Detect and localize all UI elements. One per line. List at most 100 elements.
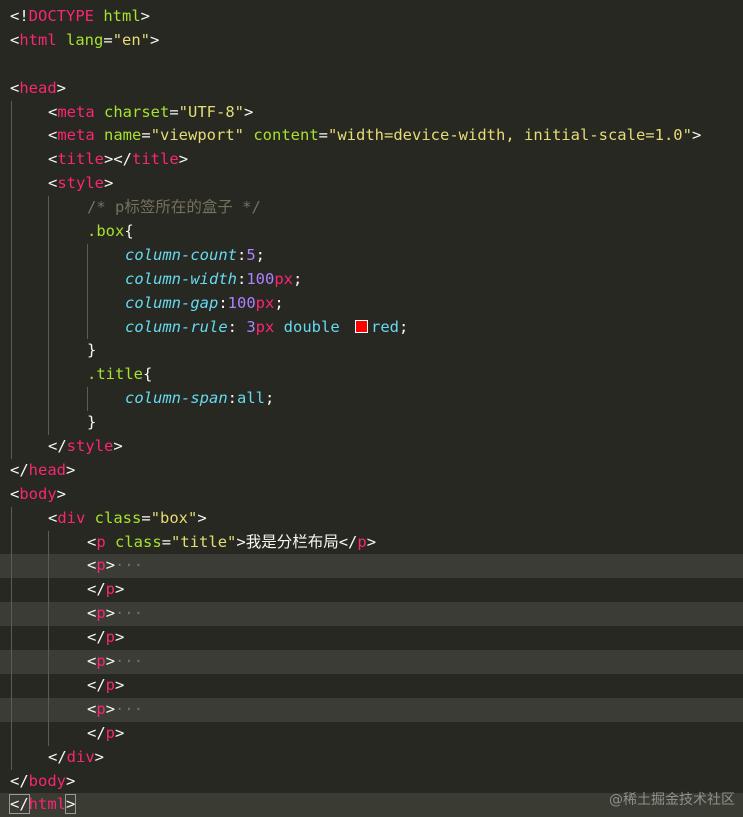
token: < [48,508,58,527]
token: px [255,317,275,336]
token: <! [10,7,29,25]
token: < [87,604,97,623]
code-line-31[interactable]: </p> [0,721,743,746]
token: > [115,675,125,694]
token: </ [87,628,106,647]
code-line-23[interactable]: <p class="title">我是分栏布局</p> [0,530,743,555]
code-line-17[interactable]: column-span:all; [0,387,743,412]
token: all [237,389,265,408]
indent-guide [11,339,12,364]
code-line-32[interactable]: </div> [0,745,743,770]
code-line-7[interactable]: <title></title> [0,148,743,173]
token: div [57,508,86,527]
token: ; [399,317,409,336]
token: > [150,30,160,49]
code-line-11[interactable]: column-count:5; [0,243,743,268]
code-line-14[interactable]: column-rule: 3px double red; [0,315,743,340]
token: "box" [150,508,198,527]
code-line-10[interactable]: .box{ [0,220,743,244]
code-line-25[interactable]: </p> [0,578,743,603]
token: "width=device-width, initial-scale=1.0" [328,126,692,145]
code-editor[interactable]: <!DOCTYPE html> <html lang="en"> <head> … [0,5,743,817]
css-comment: /* p标签所在的盒子 */ [87,198,261,217]
token: : [236,245,247,264]
code-line-29[interactable]: </p> [0,673,743,698]
indent-guide [11,554,12,579]
token: < [87,699,97,718]
indent-guide [11,411,12,436]
code-line-4[interactable]: <head> [0,77,743,101]
code-line-3[interactable] [0,53,743,77]
watermark: @稀土掘金技术社区 [609,792,735,808]
color-swatch-icon[interactable] [355,319,368,333]
token: p [105,675,116,694]
indent-guide [48,626,49,651]
indent-guide [11,220,12,244]
code-line-26[interactable]: <p>··· [0,602,743,627]
token: body [19,484,57,503]
code-line-16[interactable]: .title{ [0,363,743,388]
token: < [87,556,97,575]
token: style [66,437,114,456]
token: > [66,771,76,790]
token: > [115,723,125,742]
token: = [141,508,151,527]
token: = [161,532,172,551]
css-selector: .title [87,365,143,384]
token: </ [10,460,29,479]
fold-ellipsis-icon[interactable]: ··· [115,604,143,622]
token: 我是分栏布局 [245,532,339,551]
token: head [19,78,57,97]
indent-guide [48,578,49,603]
indent-guide [48,721,49,746]
token: </ [338,532,358,551]
token: < [48,102,58,121]
token: > [94,747,105,766]
css-property: column-rule [125,317,228,336]
code-line-21[interactable]: <body> [0,483,743,507]
code-line-1[interactable]: <!DOCTYPE html> [0,5,743,29]
code-line-19[interactable]: </style> [0,435,743,459]
token: name [94,126,142,145]
fold-ellipsis-icon[interactable]: ··· [115,556,143,574]
code-line-2[interactable]: <html lang="en"> [0,29,743,53]
indent-guide [11,196,12,221]
token: "viewport" [150,126,245,145]
code-line-30[interactable]: <p>··· [0,697,743,722]
css-property: column-width [125,269,237,288]
fold-ellipsis-icon[interactable]: ··· [115,652,143,670]
token: > [64,794,77,815]
code-line-5[interactable]: <meta charset="UTF-8"> [0,100,743,125]
token: p [357,532,367,551]
token: class [85,508,142,527]
indent-guide [48,673,49,698]
code-line-8[interactable]: <style> [0,172,743,197]
code-line-15[interactable]: } [0,339,743,364]
code-line-6[interactable]: <meta name="viewport" content="width=dev… [0,124,743,149]
code-line-13[interactable]: column-gap:100px; [0,291,743,316]
token: } [87,413,97,432]
code-line-20[interactable]: </head> [0,459,743,483]
indent-guide [48,315,49,340]
indent-guide [48,530,49,555]
indent-guide [11,602,12,627]
code-line-28[interactable]: <p>··· [0,650,743,674]
css-selector: .box [87,222,125,241]
code-line-12[interactable]: column-width:100px; [0,267,743,292]
token: > [66,460,76,479]
indent-guide [48,602,49,627]
token: > [56,484,67,503]
code-line-18[interactable]: } [0,411,743,436]
code-line-27[interactable]: </p> [0,626,743,651]
token: content [244,126,319,145]
code-line-24[interactable]: <p>··· [0,554,743,579]
token: > [105,652,116,671]
indent-guide [48,267,49,292]
indent-guide [48,339,49,364]
token: </ [48,437,67,456]
indent-guide [48,220,49,244]
token: > [178,150,189,169]
code-line-22[interactable]: <div class="box"> [0,506,743,531]
fold-ellipsis-icon[interactable]: ··· [115,700,143,718]
code-line-9[interactable]: /* p标签所在的盒子 */ [0,196,743,221]
